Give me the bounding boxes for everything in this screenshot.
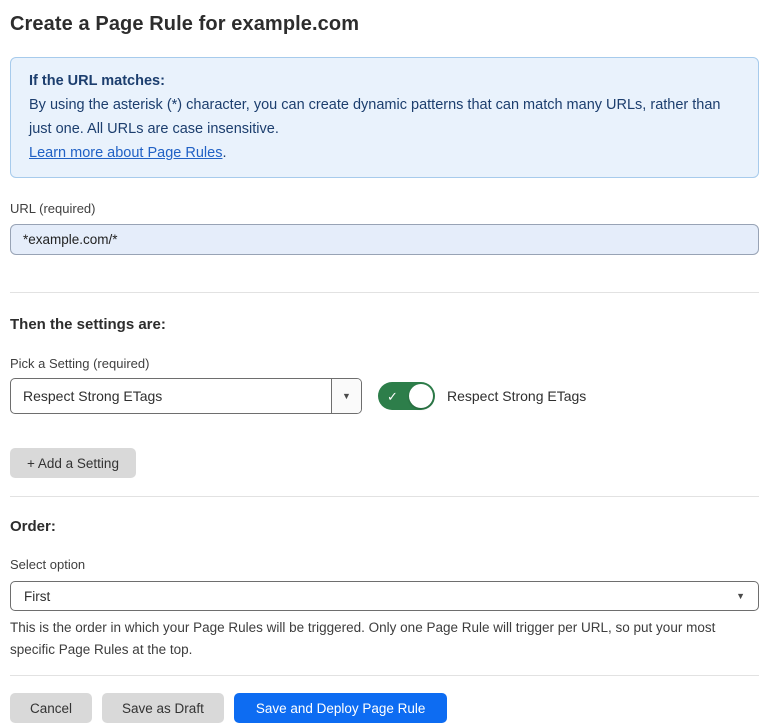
cancel-button[interactable]: Cancel xyxy=(10,693,92,723)
pick-setting-label: Pick a Setting (required) xyxy=(10,355,759,373)
page-title: Create a Page Rule for example.com xyxy=(10,10,759,38)
settings-section-heading: Then the settings are: xyxy=(10,315,759,335)
info-box-body: By using the asterisk (*) character, you… xyxy=(29,93,740,141)
save-as-draft-button[interactable]: Save as Draft xyxy=(102,693,224,723)
chevron-down-icon: ▼ xyxy=(342,392,351,401)
order-select[interactable]: First ▼ xyxy=(10,581,759,611)
chevron-down-icon: ▼ xyxy=(736,592,745,601)
learn-more-link[interactable]: Learn more about Page Rules xyxy=(29,145,222,161)
order-select-label: Select option xyxy=(10,556,759,574)
check-icon: ✓ xyxy=(387,390,398,403)
divider xyxy=(10,675,759,676)
create-page-rule-form: Create a Page Rule for example.com If th… xyxy=(0,0,769,723)
info-box-link-line: Learn more about Page Rules. xyxy=(29,141,740,165)
setting-row: Respect Strong ETags ▼ ✓ Respect Strong … xyxy=(10,378,759,414)
order-help-text: This is the order in which your Page Rul… xyxy=(10,617,755,661)
save-and-deploy-button[interactable]: Save and Deploy Page Rule xyxy=(234,693,448,723)
url-input[interactable] xyxy=(10,224,759,255)
order-select-value: First xyxy=(24,589,50,604)
toggle-knob xyxy=(409,384,433,408)
divider xyxy=(10,292,759,293)
info-box-heading: If the URL matches: xyxy=(29,69,740,93)
add-setting-button[interactable]: + Add a Setting xyxy=(10,448,136,478)
setting-select-arrow-button[interactable]: ▼ xyxy=(331,379,361,413)
setting-toggle-group: ✓ Respect Strong ETags xyxy=(378,382,586,410)
divider xyxy=(10,496,759,497)
setting-toggle-label: Respect Strong ETags xyxy=(447,388,586,404)
setting-select-value: Respect Strong ETags xyxy=(11,379,331,413)
order-section-heading: Order: xyxy=(10,517,759,537)
link-suffix: . xyxy=(222,145,226,161)
setting-toggle[interactable]: ✓ xyxy=(378,382,435,410)
url-match-info-box: If the URL matches: By using the asteris… xyxy=(10,57,759,178)
setting-select[interactable]: Respect Strong ETags ▼ xyxy=(10,378,362,414)
url-field-label: URL (required) xyxy=(10,200,759,218)
form-actions: Cancel Save as Draft Save and Deploy Pag… xyxy=(10,693,759,723)
